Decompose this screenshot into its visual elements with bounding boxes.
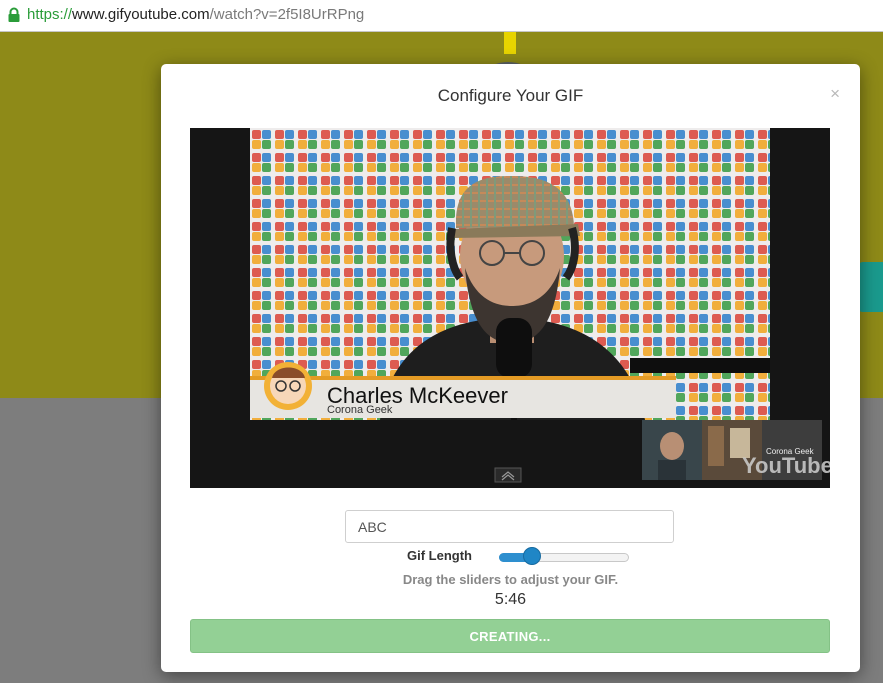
modal-title: Configure Your GIF	[437, 86, 584, 105]
youtube-logo-text: YouTube	[742, 453, 830, 478]
decorative-knob	[504, 32, 516, 54]
url-scheme: https://	[27, 6, 73, 23]
lock-icon	[8, 7, 20, 22]
url-host: www.gifyoutube.com	[72, 6, 210, 23]
video-preview[interactable]: Charles McKeever Corona Geek Corona Geek…	[190, 128, 830, 488]
gif-length-label: Gif Length	[407, 548, 472, 563]
url-text[interactable]: https://www.gifyoutube.com/watch?v=2f5I8…	[27, 6, 364, 23]
create-gif-button[interactable]: CREATING...	[190, 619, 830, 653]
side-tab	[857, 262, 883, 312]
close-icon[interactable]: ×	[830, 84, 840, 104]
gif-caption-input[interactable]	[345, 510, 674, 543]
gif-length-slider[interactable]	[499, 547, 629, 565]
url-path: /watch?v=2f5I8UrRPng	[209, 6, 365, 23]
lower-third-subtitle: Corona Geek	[327, 404, 393, 416]
address-bar[interactable]: https://www.gifyoutube.com/watch?v=2f5I8…	[0, 0, 883, 32]
configure-gif-modal: Configure Your GIF × Charles McKeever Co…	[161, 64, 860, 672]
current-time: 5:46	[494, 591, 527, 608]
slider-hint: Drag the sliders to adjust your GIF.	[402, 572, 619, 587]
slider-handle[interactable]	[523, 547, 541, 565]
video-frame: Charles McKeever Corona Geek Corona Geek…	[190, 128, 830, 488]
